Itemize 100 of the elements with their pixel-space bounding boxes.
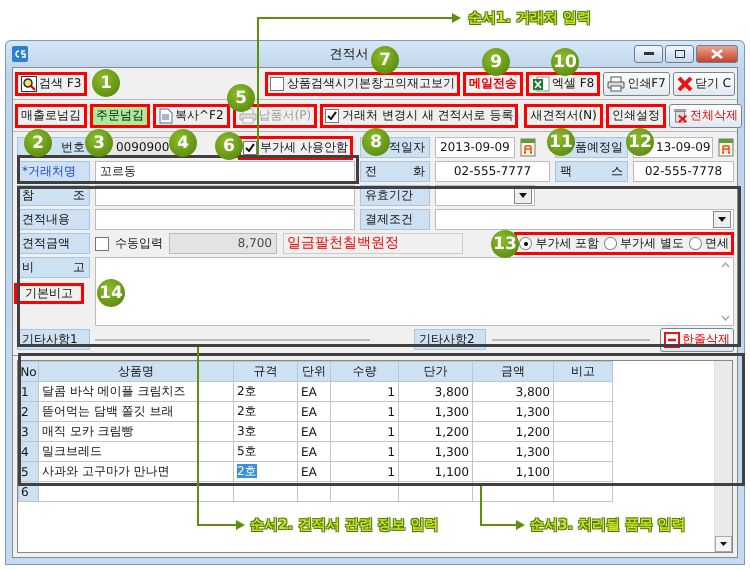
close-window-button[interactable]: [696, 45, 738, 63]
table-cell: EA: [298, 382, 330, 402]
table-cell: 1,200: [472, 422, 554, 442]
toolbar-button[interactable]: 새견적서(N): [524, 104, 603, 128]
column-header[interactable]: 금액: [472, 362, 554, 382]
checkmark-icon: [327, 110, 338, 120]
field-label: 결제조건: [360, 209, 430, 230]
excel-button[interactable]: 엑셀 F8: [526, 72, 600, 96]
table-cell: 1,200: [398, 422, 472, 442]
minimize-button[interactable]: [634, 45, 663, 63]
column-header[interactable]: 단가: [398, 362, 472, 382]
checkbox-label: 거래처 변경시 새 견적서로 등록: [342, 107, 514, 124]
table-cell: EA: [298, 442, 330, 462]
field-label: 팩 스: [555, 161, 628, 182]
arrow: [480, 486, 525, 530]
column-header[interactable]: 비고: [554, 362, 612, 382]
copy-button[interactable]: 복사^F2: [153, 104, 230, 128]
table-cell: 1: [330, 462, 398, 482]
table-cell: [554, 382, 612, 402]
print-button[interactable]: 인쇄F7: [603, 72, 670, 96]
delete-all-button[interactable]: 전체삭제: [668, 104, 742, 128]
table-cell: EA: [298, 402, 330, 422]
step-caption: 순서1. 거래처 입력: [468, 9, 591, 27]
table-cell: 1: [330, 382, 398, 402]
table-cell: [554, 462, 612, 482]
default-note-button[interactable]: 기본비고: [14, 283, 84, 304]
search-icon: [21, 76, 37, 92]
table-cell: 3호: [234, 422, 298, 442]
table-cell: 1,300: [472, 442, 554, 462]
radio-label: 부가세 포함: [535, 235, 600, 252]
step-caption: 순서2. 견적서 관련 정보 입력: [250, 516, 439, 534]
table-cell: 사과와 고구마가 만나면: [38, 462, 234, 482]
toolbar-button[interactable]: 인쇄설정: [606, 104, 666, 128]
column-header[interactable]: 단위: [298, 362, 330, 382]
radio-label: 부가세 별도: [620, 235, 684, 252]
radio-button[interactable]: [604, 237, 618, 250]
table-cell: 달콤 바삭 메이플 크림치즈: [38, 382, 234, 402]
toolbar-button[interactable]: 주문넘김: [90, 104, 150, 128]
date-field[interactable]: 2013-09-09: [435, 137, 515, 158]
checkbox-label: 부가세 사용안함: [260, 139, 348, 156]
column-header[interactable]: 수량: [330, 362, 398, 382]
calendar-icon[interactable]: [718, 137, 734, 158]
field-label: 전 화: [360, 161, 430, 182]
spreadsheet-icon: [532, 74, 550, 92]
table-cell: 1: [330, 402, 398, 422]
calendar-icon[interactable]: [520, 137, 536, 158]
scroll-up-icon[interactable]: [720, 262, 730, 268]
search-button[interactable]: 검색 F3: [15, 72, 88, 96]
client-name-field[interactable]: 꼬르동: [95, 161, 355, 182]
window-title: 견적서: [330, 47, 368, 62]
table-cell: [554, 422, 612, 442]
table-cell: [330, 482, 398, 502]
table-cell: 뜯어먹는 담백 쫄깃 브래: [38, 402, 234, 422]
column-header[interactable]: 상품명: [38, 362, 234, 382]
table-cell: 1,300: [398, 402, 472, 422]
checkbox[interactable]: [325, 108, 340, 122]
radio-button[interactable]: [689, 237, 702, 250]
close-icon: [676, 76, 693, 92]
scroll-down-icon[interactable]: [715, 536, 732, 552]
table-cell: 2호: [234, 382, 298, 402]
radio-button[interactable]: [519, 237, 532, 250]
app-logo-icon: [12, 46, 28, 62]
table-cell: [554, 402, 612, 422]
table-cell: 3,800: [472, 382, 554, 402]
toolbar-button[interactable]: 매출로넘김: [15, 104, 87, 128]
table-cell: 2호: [234, 462, 298, 482]
table-cell: 5호: [234, 442, 298, 462]
field-label: *거래처명: [17, 161, 90, 182]
checkbox[interactable]: [95, 236, 109, 250]
table-cell: EA: [298, 422, 330, 442]
fax-field[interactable]: 02-555-7778: [633, 161, 734, 182]
table-cell: 1: [330, 442, 398, 462]
maximize-button[interactable]: [665, 45, 694, 63]
phone-field[interactable]: 02-555-7777: [435, 161, 550, 182]
table-cell: 1,100: [398, 462, 472, 482]
document-icon: [159, 108, 173, 124]
table-cell: 매직 모카 크림빵: [38, 422, 234, 442]
close-button[interactable]: 닫기 C: [672, 72, 735, 96]
table-cell: 1: [330, 422, 398, 442]
note-field[interactable]: [95, 257, 734, 326]
checkbox[interactable]: [270, 76, 284, 90]
column-header[interactable]: 규격: [234, 362, 298, 382]
field-label: 비 고: [17, 257, 90, 278]
content-field[interactable]: [95, 209, 355, 230]
field-label: 견적내용: [17, 209, 90, 230]
minimize-icon: [644, 52, 654, 56]
checkmark-icon: [245, 142, 255, 152]
step-caption: 순서3. 처리될 품목 입력: [530, 516, 686, 534]
table-cell: EA: [298, 462, 330, 482]
amount-field[interactable]: 8,700: [169, 233, 277, 254]
table-cell: 1,300: [398, 442, 472, 462]
table-cell: 3,800: [398, 382, 472, 402]
table-cell: 1,300: [472, 402, 554, 422]
maximize-icon: [674, 50, 684, 58]
table-cell: [554, 482, 612, 502]
table-cell: 2호: [234, 402, 298, 422]
printer-icon: [607, 76, 626, 92]
checkbox[interactable]: [243, 140, 257, 154]
table-cell: [298, 482, 330, 502]
mail-send-button[interactable]: 메일전송: [462, 72, 523, 96]
